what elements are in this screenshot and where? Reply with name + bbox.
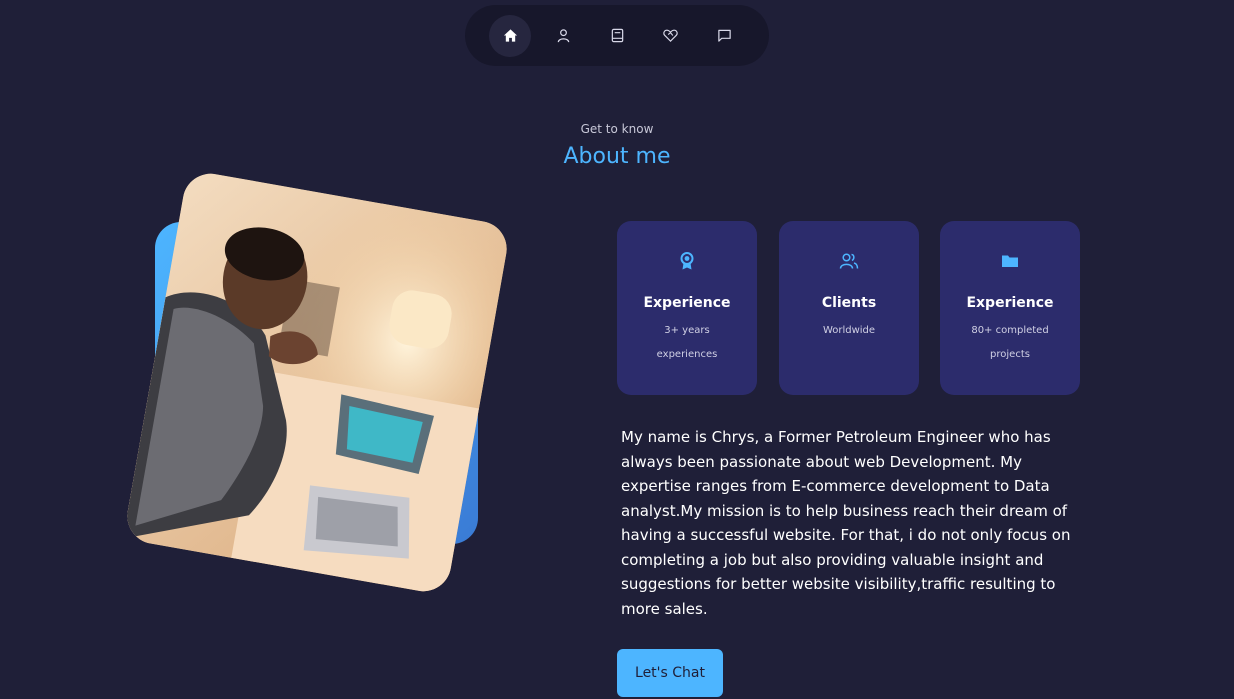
card-title: Clients [821, 295, 877, 311]
users-icon [839, 251, 859, 275]
card-title: Experience [643, 295, 731, 311]
nav-services-button[interactable] [650, 15, 692, 57]
projects-card: Experience 80+ completed projects [940, 221, 1080, 395]
user-icon [556, 28, 571, 43]
card-subtitle: 3+ years experiences [656, 325, 718, 360]
nav-home-button[interactable] [489, 14, 531, 57]
experience-card: Experience 3+ years experiences [617, 221, 757, 395]
book-icon [610, 28, 625, 43]
section-subtitle: Get to know [580, 122, 654, 136]
floating-nav [465, 5, 769, 66]
section-title: About me [563, 144, 671, 169]
about-section: Get to know About me Experience 3+ years… [0, 0, 1234, 699]
home-icon [503, 28, 518, 43]
profile-photo [122, 169, 512, 596]
award-icon [677, 251, 697, 275]
about-paragraph: My name is Chrys, a Former Petroleum Eng… [621, 428, 1071, 618]
message-icon [717, 28, 732, 43]
lets-chat-button[interactable]: Let's Chat [617, 649, 723, 697]
card-subtitle: Worldwide [822, 325, 876, 336]
card-subtitle: 80+ completed projects [971, 325, 1049, 360]
folder-icon [1000, 251, 1020, 275]
handshake-icon [663, 28, 678, 43]
nav-about-button[interactable] [543, 15, 585, 57]
nav-contact-button[interactable] [703, 15, 745, 57]
card-title: Experience [966, 295, 1054, 311]
clients-card: Clients Worldwide [779, 221, 919, 395]
nav-experience-button[interactable] [596, 15, 638, 57]
